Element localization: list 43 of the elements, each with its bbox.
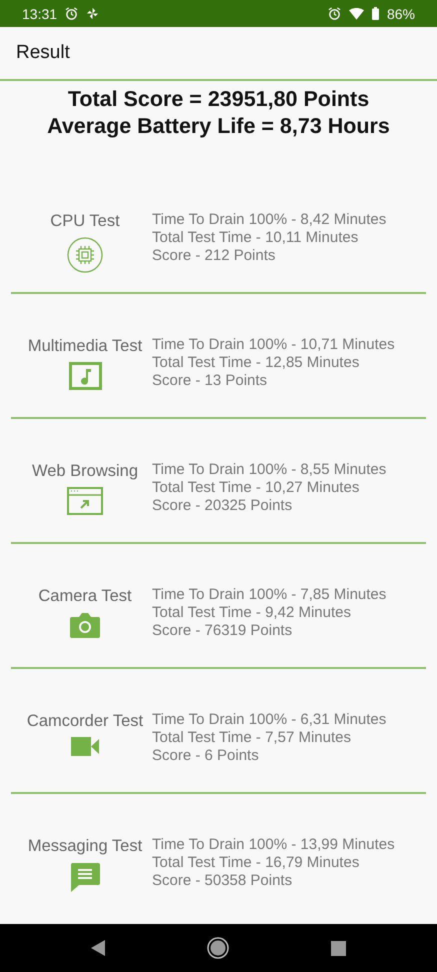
screen-title: Result [16,42,70,64]
result-line: Total Test Time - 7,57 Minutes [152,729,352,747]
result-line: Score - 6 Points [152,747,260,765]
result-line: Time To Drain 100% - 10,71 Minutes [152,336,396,354]
test-name: CPU Test [50,211,120,231]
result-line: Time To Drain 100% - 13,99 Minutes [152,836,396,854]
video-camera-icon [71,737,99,756]
pinwheel-icon [86,7,100,20]
test-name: Multimedia Test [28,336,142,356]
recents-button[interactable] [331,940,346,956]
result-line: Score - 76319 Points [152,622,294,640]
result-line: Time To Drain 100% - 6,31 Minutes [152,711,388,729]
result-line: Time To Drain 100% - 7,85 Minutes [152,586,388,604]
result-line: Time To Drain 100% - 8,42 Minutes [152,211,388,229]
test-name: Camera Test [38,586,132,606]
alarm-clock-icon [65,7,78,20]
chip-icon [67,237,103,273]
battery-percent: 86% [386,6,415,22]
alarm-clock-icon [328,7,341,20]
result-line: Total Test Time - 12,85 Minutes [152,354,360,372]
result-line: Total Test Time - 10,27 Minutes [152,479,360,497]
test-name: Web Browsing [32,461,138,481]
summary-line: Total Score = 23951,80 Points [68,86,370,113]
result-line: Score - 20325 Points [152,497,294,515]
back-button[interactable] [91,940,105,956]
result-line: Total Test Time - 10,11 Minutes [152,229,360,247]
test-name: Messaging Test [28,836,142,856]
battery-icon [372,7,379,20]
result-line: Score - 50358 Points [152,872,294,890]
chat-bubble-icon [70,862,100,892]
wifi-icon [348,8,364,20]
music-note-icon [68,362,102,390]
result-line: Score - 13 Points [152,372,268,390]
result-line: Time To Drain 100% - 8,55 Minutes [152,461,388,479]
test-name: Camcorder Test [26,711,144,731]
result-line: Score - 212 Points [152,247,276,265]
result-line: Total Test Time - 9,42 Minutes [152,604,352,622]
result-line: Total Test Time - 16,79 Minutes [152,854,360,872]
summary-line: Average Battery Life = 8,73 Hours [47,113,390,140]
clock-time: 13:31 [22,6,58,22]
camera-icon [70,612,100,638]
home-button[interactable] [207,937,229,959]
browser-window-icon [67,487,103,515]
